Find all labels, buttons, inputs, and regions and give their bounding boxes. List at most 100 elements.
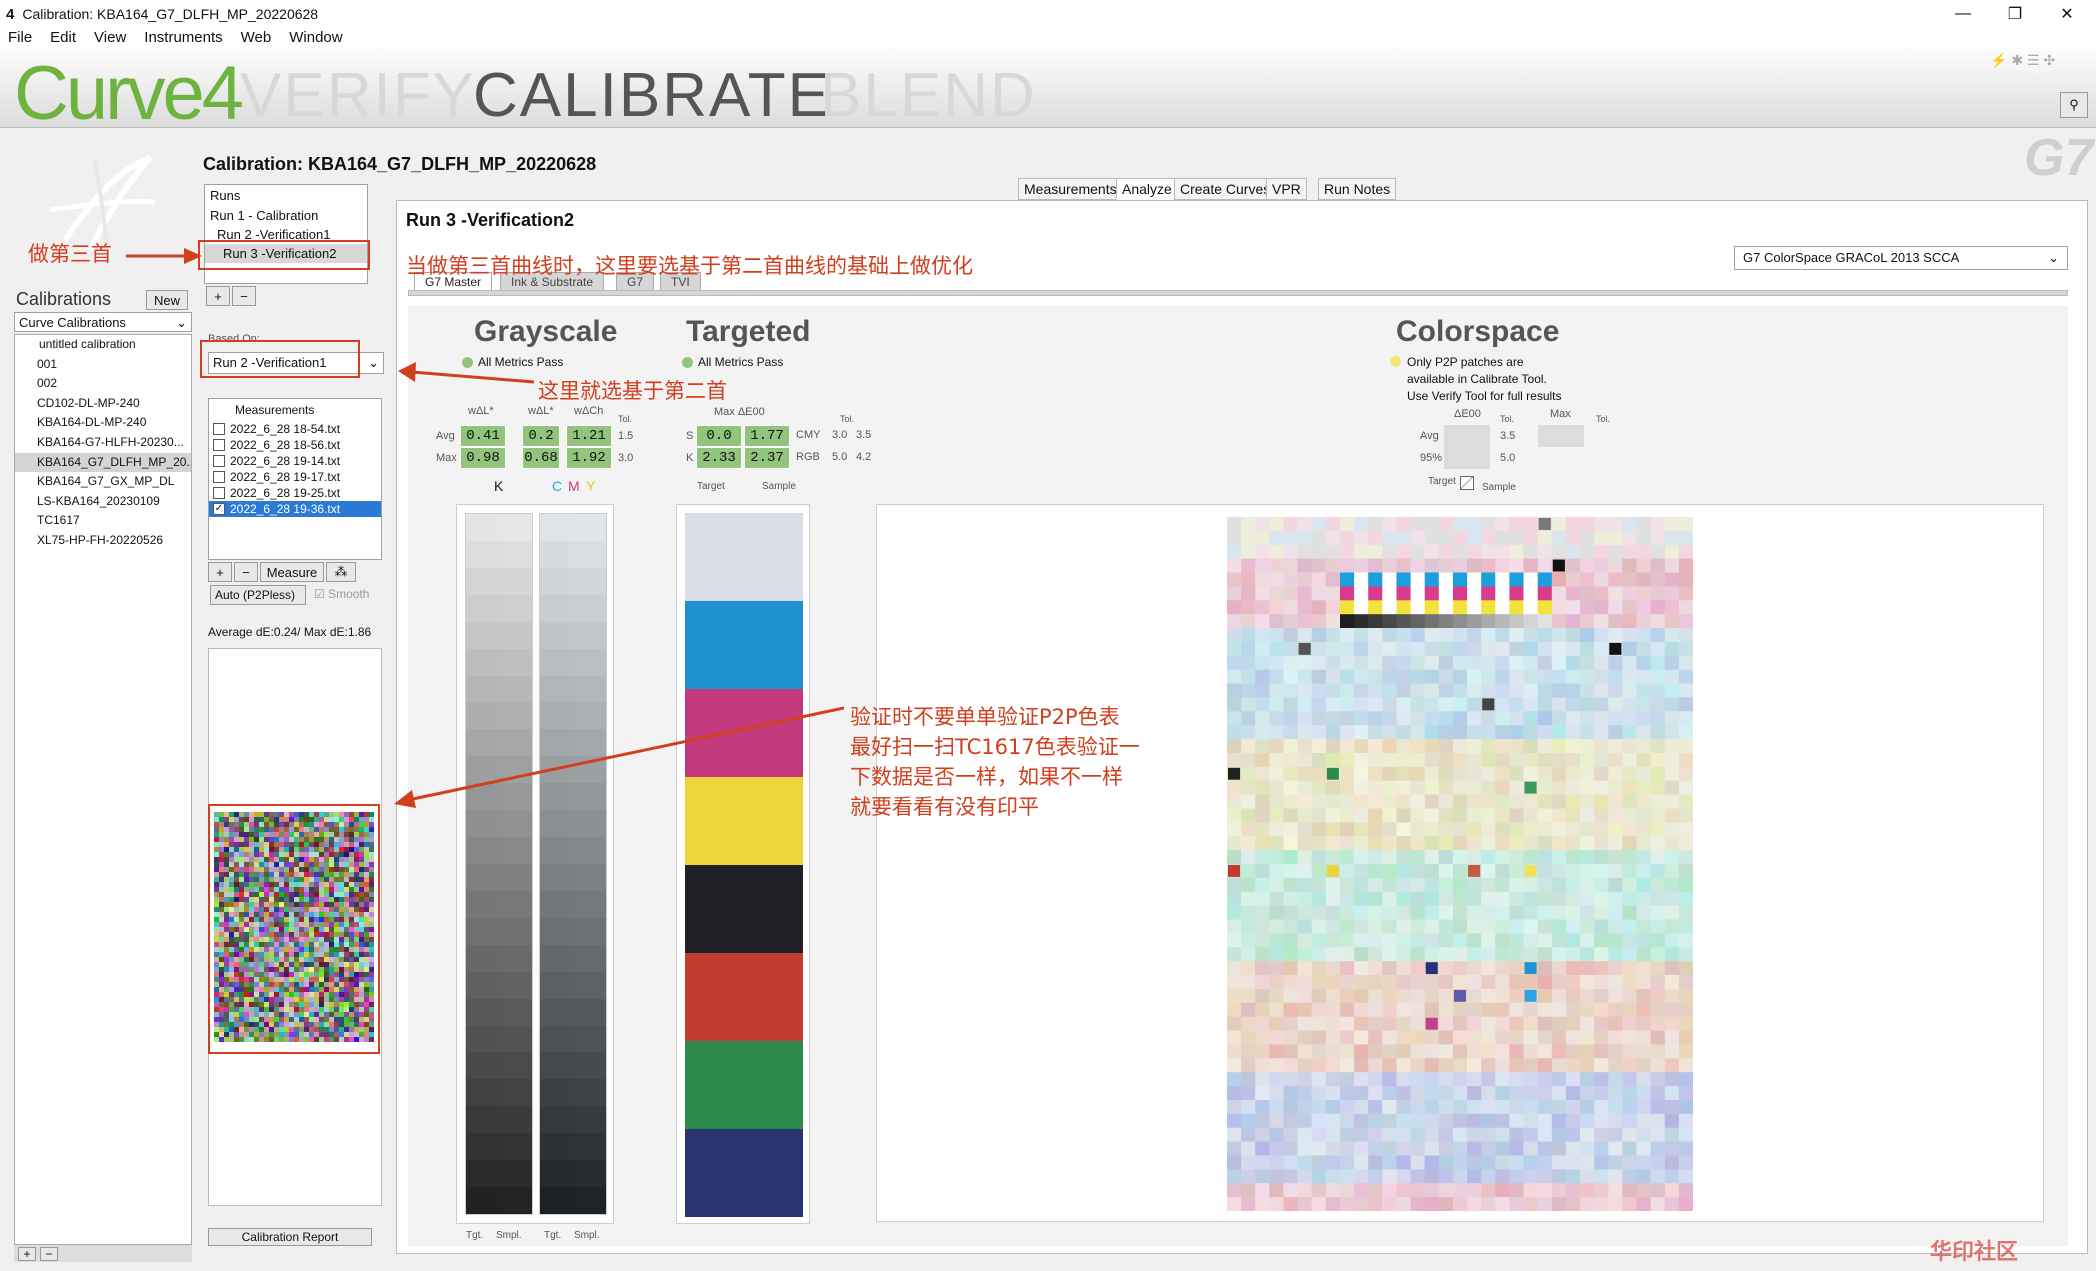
p2p-patch — [1241, 1197, 1256, 1211]
calibration-type-select[interactable]: Curve Calibrations ⌄ — [14, 312, 192, 332]
measurement-checkbox[interactable] — [213, 471, 225, 483]
gray-step — [466, 971, 532, 999]
thumbnail-patch — [309, 962, 314, 967]
p2p-patch — [1297, 794, 1313, 809]
menu-window[interactable]: Window — [289, 29, 342, 46]
calibration-item[interactable]: KBA164_G7_GX_MP_DL — [15, 472, 191, 492]
thumbnail-patch — [364, 812, 369, 817]
verify-tab[interactable]: VERIFY — [240, 60, 476, 131]
add-calibration-button[interactable]: + — [18, 1246, 36, 1261]
tab-run-notes[interactable]: Run Notes — [1318, 178, 1397, 200]
calibration-item[interactable]: 001 — [15, 355, 191, 375]
blend-tab[interactable]: BLEND — [820, 60, 1037, 131]
measurement-item[interactable]: 2022_6_28 19-25.txt — [209, 485, 381, 501]
thumbnail-patch — [294, 852, 299, 857]
calibration-item[interactable]: KBA164-DL-MP-240 — [15, 413, 191, 433]
thumbnail-patch — [339, 817, 344, 822]
thumbnail-patch — [319, 927, 324, 932]
calibration-item[interactable]: LS-KBA164_20230109 — [15, 492, 191, 512]
p2p-patch — [1565, 683, 1581, 698]
p2p-patch — [1594, 794, 1609, 809]
p2p-patch — [1594, 614, 1609, 629]
menu-web[interactable]: Web — [241, 29, 272, 46]
measure-button[interactable]: Measure — [260, 562, 324, 582]
measurement-checkbox[interactable] — [213, 455, 225, 467]
measurement-item[interactable]: 2022_6_28 19-14.txt — [209, 453, 381, 469]
p2p-patch — [1636, 836, 1652, 851]
measurement-item[interactable]: ✓ 2022_6_28 19-36.txt — [209, 501, 381, 517]
measurement-item[interactable]: 2022_6_28 19-17.txt — [209, 469, 381, 485]
close-button[interactable]: ✕ — [2044, 0, 2090, 28]
tab-analyze[interactable]: Analyze — [1116, 178, 1178, 200]
remove-calibration-button[interactable]: − — [40, 1246, 58, 1261]
calibration-item[interactable]: untitled calibration — [15, 335, 191, 355]
tab-vpr[interactable]: VPR — [1266, 178, 1307, 200]
thumbnail-patch — [259, 847, 264, 852]
calibration-report-button[interactable]: Calibration Report — [208, 1228, 372, 1246]
patches-icon[interactable]: ⁂ — [326, 562, 356, 582]
p2p-patch — [1354, 864, 1369, 879]
usb-icon[interactable]: ⚲ — [2060, 92, 2088, 118]
p2p-patch — [1565, 1183, 1581, 1198]
calibrate-tab[interactable]: CALIBRATE — [473, 60, 831, 131]
menu-edit[interactable]: Edit — [50, 29, 76, 46]
gs-col-y: Y — [586, 478, 596, 494]
measurement-item[interactable]: 2022_6_28 18-54.txt — [209, 421, 381, 437]
remove-measurement-button[interactable]: − — [234, 562, 258, 582]
calibration-item[interactable]: CD102-DL-MP-240 — [15, 394, 191, 414]
calibration-item[interactable]: KBA164-G7-HLFH-20230... — [15, 433, 191, 453]
p2p-patch — [1241, 933, 1256, 948]
thumbnail-patch — [299, 1017, 304, 1022]
p2p-patch — [1241, 961, 1256, 976]
minimize-button[interactable]: — — [1940, 0, 1986, 28]
thumbnail-patch — [229, 837, 234, 842]
maximize-button[interactable]: ❐ — [1992, 0, 2038, 28]
thumbnail-patch — [264, 977, 269, 982]
calibration-item[interactable]: XL75-HP-FH-20220526 — [15, 531, 191, 551]
gray-step — [466, 890, 532, 918]
add-run-button[interactable]: + — [206, 286, 230, 306]
menu-instruments[interactable]: Instruments — [144, 29, 222, 46]
measurement-checkbox[interactable] — [213, 439, 225, 451]
thumbnail-patch — [339, 822, 344, 827]
colorspace-select[interactable]: G7 ColorSpace GRACoL 2013 SCCA ⌄ — [1734, 246, 2068, 270]
run-item[interactable]: Run 1 - Calibration — [205, 206, 367, 225]
thumbnail-patch — [364, 922, 369, 927]
measurement-item[interactable]: 2022_6_28 18-56.txt — [209, 437, 381, 453]
measurement-checkbox[interactable]: ✓ — [213, 503, 225, 515]
menu-view[interactable]: View — [94, 29, 126, 46]
calibration-item[interactable]: TC1617 — [15, 511, 191, 531]
p2p-patch — [1622, 517, 1637, 532]
remove-run-button[interactable]: − — [232, 286, 256, 306]
calibration-item[interactable]: 002 — [15, 374, 191, 394]
measure-mode-select[interactable]: Auto (P2Pless) — [210, 585, 306, 605]
thumbnail-patch — [319, 872, 324, 877]
p2p-patch — [1495, 822, 1510, 837]
p2p-patch — [1678, 766, 1693, 782]
measurement-checkbox[interactable] — [213, 487, 225, 499]
p2p-patch — [1523, 739, 1539, 754]
p2p-patch — [1340, 1072, 1355, 1087]
smooth-checkbox[interactable]: ☑ Smooth — [314, 587, 369, 601]
p2p-patch — [1678, 919, 1693, 934]
gray-step-half — [499, 810, 532, 838]
menu-file[interactable]: File — [8, 29, 32, 46]
p2p-patch — [1452, 1141, 1468, 1156]
p2p-patch — [1340, 517, 1355, 532]
measurement-checkbox[interactable] — [213, 423, 225, 435]
p2p-patch — [1368, 544, 1383, 560]
thumbnail-patch — [279, 852, 284, 857]
thumbnail-patch — [339, 827, 344, 832]
tab-measurements[interactable]: Measurements — [1018, 178, 1123, 200]
new-calibration-button[interactable]: New — [146, 290, 188, 310]
tab-create-curves[interactable]: Create Curves — [1174, 178, 1277, 200]
thumbnail-patch — [299, 917, 304, 922]
p2p-patch — [1551, 1141, 1567, 1156]
calibration-item-selected[interactable]: KBA164_G7_DLFH_MP_20... — [15, 452, 191, 473]
add-measurement-button[interactable]: + — [208, 562, 232, 582]
gray-step-half — [466, 594, 499, 622]
thumbnail-patch — [369, 822, 374, 827]
thumbnail-patch — [354, 912, 359, 917]
p2p-patch — [1255, 753, 1270, 768]
thumbnail-patch — [314, 917, 319, 922]
